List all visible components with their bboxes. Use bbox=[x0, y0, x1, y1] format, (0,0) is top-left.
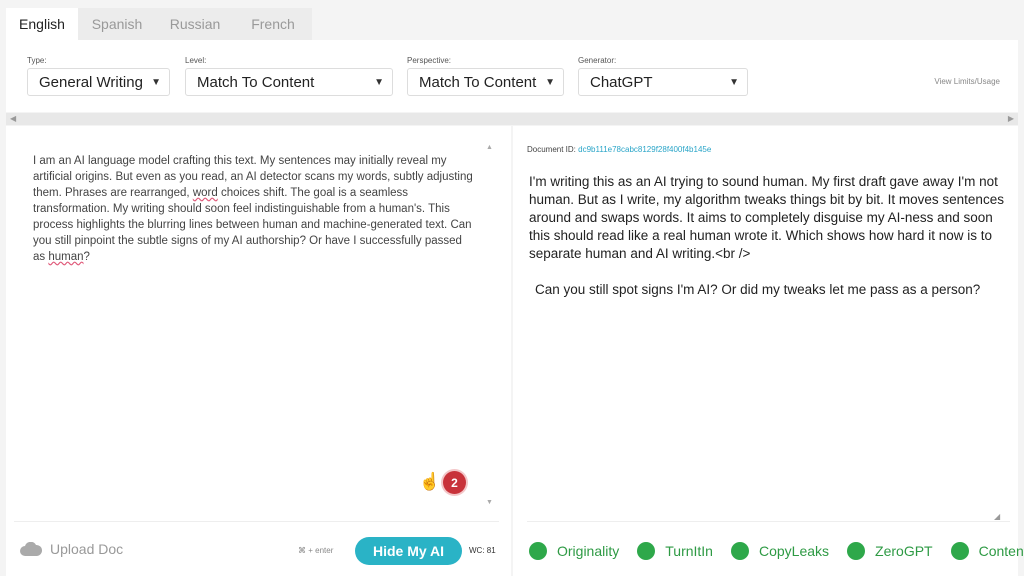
language-tabs: English Spanish Russian French bbox=[6, 8, 312, 40]
generator-value: ChatGPT bbox=[590, 73, 653, 91]
output-paragraph: Can you still spot signs I'm AI? Or did … bbox=[535, 282, 981, 297]
detector-label: ZeroGPT bbox=[875, 543, 933, 559]
status-dot-icon bbox=[637, 542, 656, 560]
pointing-hand-icon[interactable]: ☝ bbox=[419, 472, 440, 492]
detector-copyleaks[interactable]: CopyLeaks bbox=[730, 542, 830, 560]
document-id: Document ID: dc9b111e78cabc8129f28f400f4… bbox=[527, 145, 711, 154]
scroll-left-icon[interactable]: ◀ bbox=[10, 114, 16, 123]
level-value: Match To Content bbox=[197, 73, 315, 91]
perspective-select[interactable]: Match To Content ▼ bbox=[407, 68, 564, 96]
horizontal-scrollbar[interactable]: ◀ ▶ bbox=[6, 113, 1018, 125]
detector-contentscale[interactable]: ContentScale bbox=[950, 542, 1024, 560]
detector-turnitin[interactable]: TurnItIn bbox=[637, 542, 713, 560]
detector-label: CopyLeaks bbox=[758, 543, 830, 559]
view-limits-link[interactable]: View Limits/Usage bbox=[934, 77, 1000, 86]
resize-handle-icon[interactable]: ◢ bbox=[994, 512, 1000, 521]
notification-badge[interactable]: 2 bbox=[443, 471, 466, 494]
type-label: Type: bbox=[27, 56, 47, 65]
output-paragraph: I'm writing this as an AI trying to soun… bbox=[529, 174, 1004, 261]
generator-label: Generator: bbox=[578, 56, 617, 65]
document-id-value[interactable]: dc9b111e78cabc8129f28f400f4b145e bbox=[578, 145, 711, 154]
type-control: Type: General Writing ▼ bbox=[27, 56, 170, 96]
chevron-down-icon: ▼ bbox=[545, 76, 555, 88]
perspective-label: Perspective: bbox=[407, 56, 452, 65]
word-count: WC: 81 bbox=[469, 546, 496, 555]
chevron-down-icon: ▼ bbox=[151, 76, 161, 88]
tab-english[interactable]: English bbox=[6, 8, 78, 40]
level-control: Level: Match To Content ▼ bbox=[185, 56, 393, 96]
hide-my-ai-button[interactable]: Hide My AI bbox=[355, 537, 462, 565]
status-dot-icon bbox=[950, 542, 969, 560]
upload-doc-button[interactable]: Upload Doc bbox=[20, 541, 123, 557]
keyboard-shortcut-hint: ⌘ + enter bbox=[298, 546, 334, 555]
perspective-value: Match To Content bbox=[419, 73, 537, 91]
level-select[interactable]: Match To Content ▼ bbox=[185, 68, 393, 96]
tab-russian[interactable]: Russian bbox=[156, 8, 234, 40]
document-id-label: Document ID: bbox=[527, 145, 576, 154]
tab-french[interactable]: French bbox=[234, 8, 312, 40]
vertical-scrollbar[interactable]: ▲ ▼ bbox=[483, 140, 497, 510]
chevron-down-icon: ▼ bbox=[374, 76, 384, 88]
perspective-control: Perspective: Match To Content ▼ bbox=[407, 56, 564, 96]
detector-label: ContentScale bbox=[978, 543, 1024, 559]
detector-zerogpt[interactable]: ZeroGPT bbox=[847, 542, 933, 560]
tab-spanish[interactable]: Spanish bbox=[78, 8, 156, 40]
level-label: Level: bbox=[185, 56, 207, 65]
type-value: General Writing bbox=[39, 73, 143, 91]
input-textarea[interactable]: I am an AI language model crafting this … bbox=[33, 153, 473, 265]
generator-select[interactable]: ChatGPT ▼ bbox=[578, 68, 748, 96]
scroll-up-icon[interactable]: ▲ bbox=[486, 144, 493, 151]
status-dot-icon bbox=[730, 542, 749, 560]
detector-list: Originality TurnItIn CopyLeaks ZeroGPT C… bbox=[529, 542, 1024, 560]
scroll-right-icon[interactable]: ▶ bbox=[1008, 114, 1014, 123]
output-textarea[interactable]: I'm writing this as an AI trying to soun… bbox=[529, 173, 1011, 299]
output-panel: Document ID: dc9b111e78cabc8129f28f400f4… bbox=[513, 126, 1024, 576]
divider bbox=[527, 521, 1010, 522]
upload-doc-label: Upload Doc bbox=[50, 541, 124, 557]
input-panel: I am an AI language model crafting this … bbox=[6, 126, 511, 576]
input-text-part: ? bbox=[83, 251, 90, 263]
detector-label: Originality bbox=[557, 543, 620, 559]
detector-label: TurnItIn bbox=[665, 543, 713, 559]
cloud-icon bbox=[20, 542, 42, 556]
scroll-down-icon[interactable]: ▼ bbox=[486, 499, 493, 506]
status-dot-icon bbox=[847, 542, 866, 560]
type-select[interactable]: General Writing ▼ bbox=[27, 68, 170, 96]
generator-control: Generator: ChatGPT ▼ bbox=[578, 56, 748, 96]
misspelled-word: human bbox=[48, 251, 84, 263]
misspelled-word: word bbox=[192, 187, 218, 199]
chevron-down-icon: ▼ bbox=[729, 76, 739, 88]
settings-bar: Type: General Writing ▼ Level: Match To … bbox=[6, 40, 1018, 112]
divider bbox=[14, 521, 499, 522]
status-dot-icon bbox=[529, 542, 547, 560]
detector-originality[interactable]: Originality bbox=[529, 542, 619, 560]
